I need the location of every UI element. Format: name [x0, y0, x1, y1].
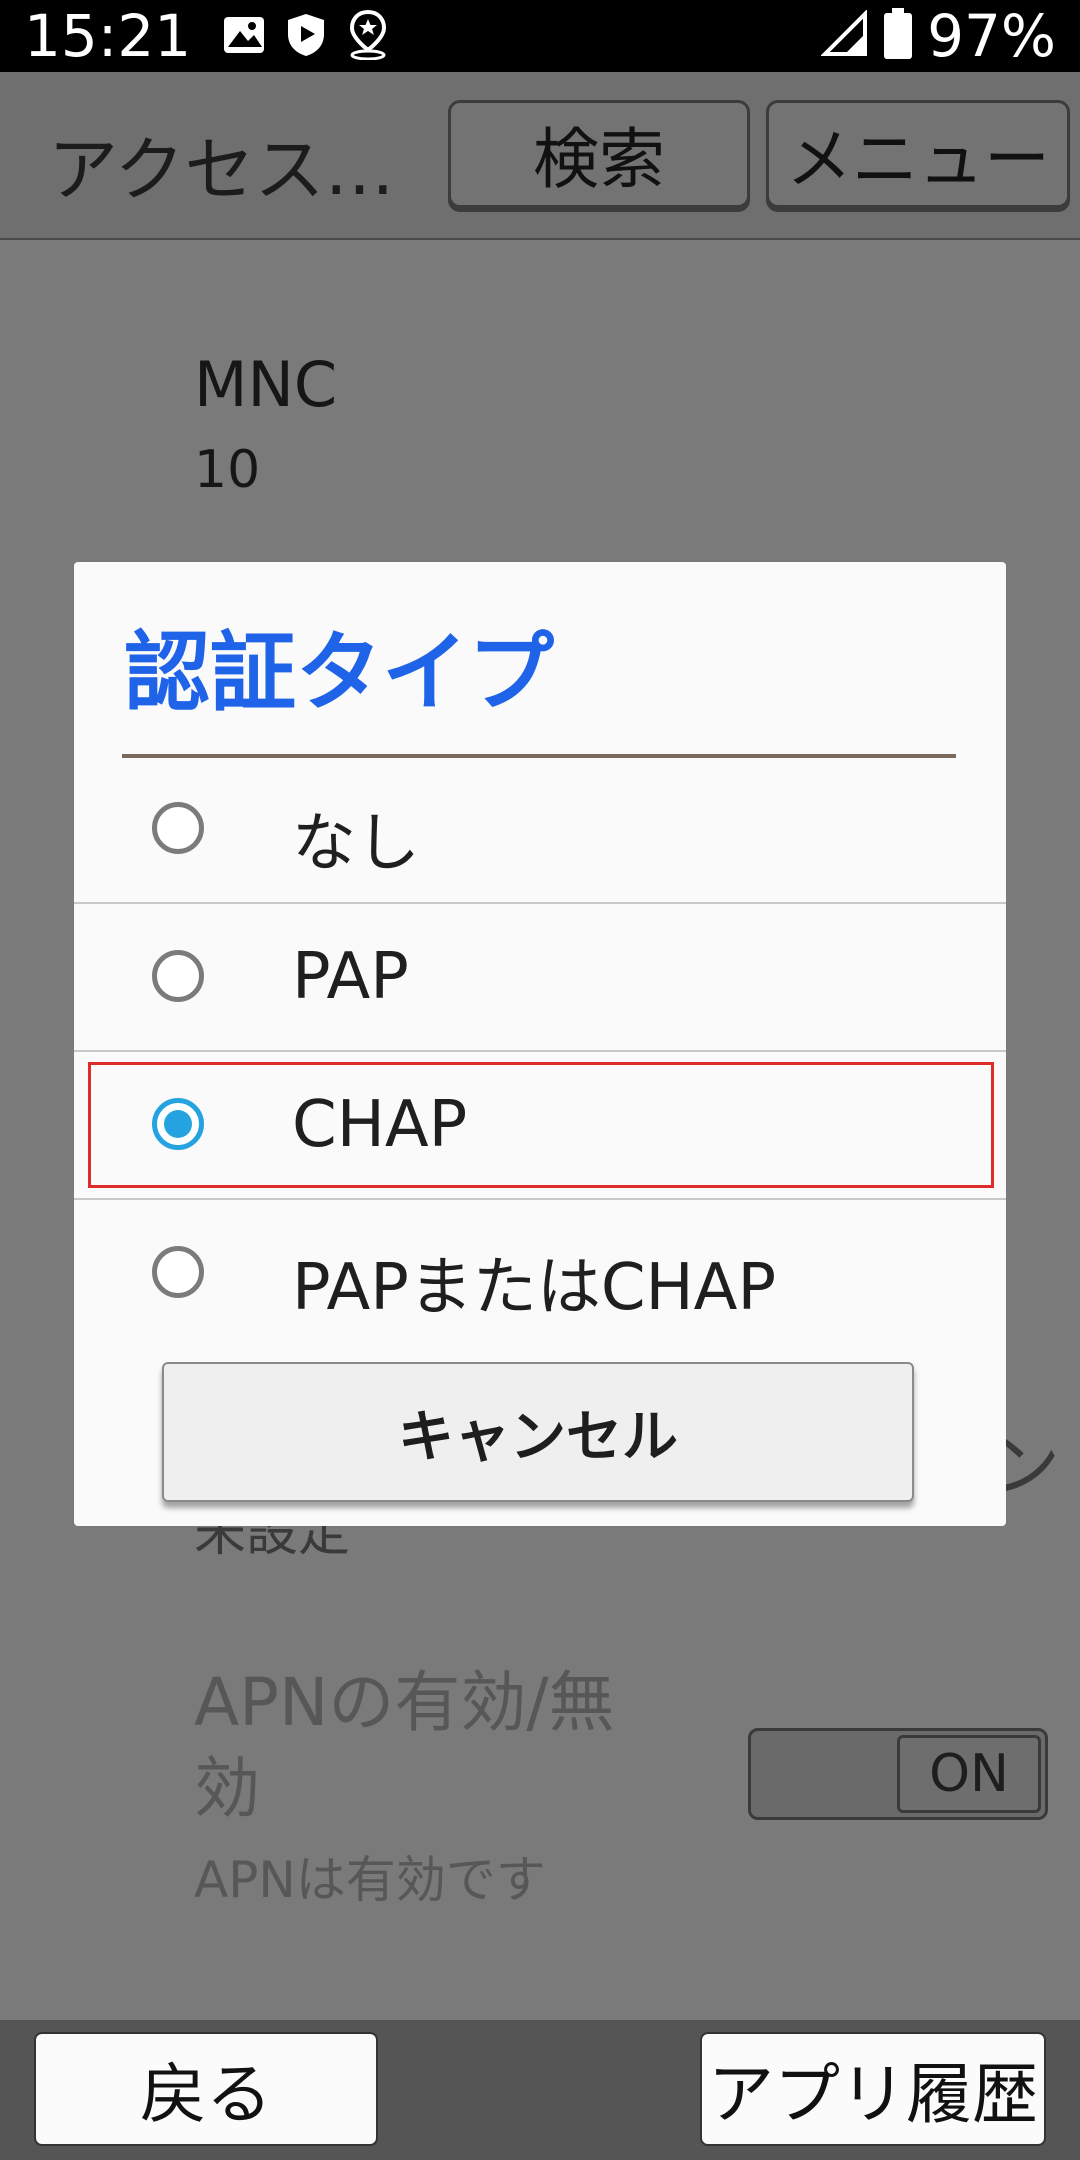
status-right: 97% — [820, 2, 1056, 70]
battery-percentage: 97% — [927, 2, 1056, 70]
option-label: PAP — [292, 940, 409, 1014]
mnc-label[interactable]: MNC — [194, 348, 337, 421]
apn-enable-subtitle: APNは有効です — [194, 1851, 546, 1909]
divider — [74, 902, 1006, 904]
status-notification-icons — [222, 9, 390, 64]
menu-button[interactable]: メニュー — [766, 100, 1070, 208]
dialog-title: 認証タイプ — [124, 623, 554, 723]
mnc-value: 10 — [194, 440, 261, 500]
radio-button[interactable] — [152, 1246, 204, 1298]
auth-type-dialog: 認証タイプ なし PAP CHAP PAPまたはCHAP キャンセル — [74, 562, 1006, 1526]
option-none[interactable]: なし — [74, 758, 1006, 904]
toggle-knob: ON — [897, 1735, 1041, 1813]
option-label: なし — [292, 807, 420, 881]
status-bar: 15:21 97% — [0, 0, 1080, 72]
apn-toggle[interactable]: ON — [748, 1728, 1048, 1820]
radio-button[interactable] — [152, 950, 204, 1002]
shield-play-icon — [286, 12, 326, 62]
app-history-button[interactable]: アプリ履歴 — [700, 2032, 1046, 2146]
apn-enable-title[interactable]: APNの有効/無効 — [194, 1660, 674, 1832]
image-icon — [222, 15, 266, 59]
cancel-button[interactable]: キャンセル — [162, 1362, 914, 1502]
bottom-nav: 戻る アプリ履歴 — [0, 2020, 1080, 2160]
battery-icon — [883, 8, 913, 64]
option-label: PAPまたはCHAP — [292, 1251, 777, 1325]
location-pin-icon — [346, 9, 390, 64]
signal-icon — [820, 9, 869, 62]
page-title: アクセス… — [48, 129, 395, 211]
option-pap[interactable]: PAP — [74, 906, 1006, 1052]
app-bar: アクセス… 検索 メニュー — [0, 72, 1080, 240]
divider — [74, 1050, 1006, 1052]
search-button[interactable]: 検索 — [448, 100, 750, 208]
back-button[interactable]: 戻る — [34, 2032, 378, 2146]
status-time: 15:21 — [24, 2, 192, 70]
option-pap-or-chap[interactable]: PAPまたはCHAP — [74, 1202, 1006, 1348]
divider — [74, 1198, 1006, 1200]
selection-highlight — [88, 1062, 994, 1188]
radio-button[interactable] — [152, 802, 204, 854]
